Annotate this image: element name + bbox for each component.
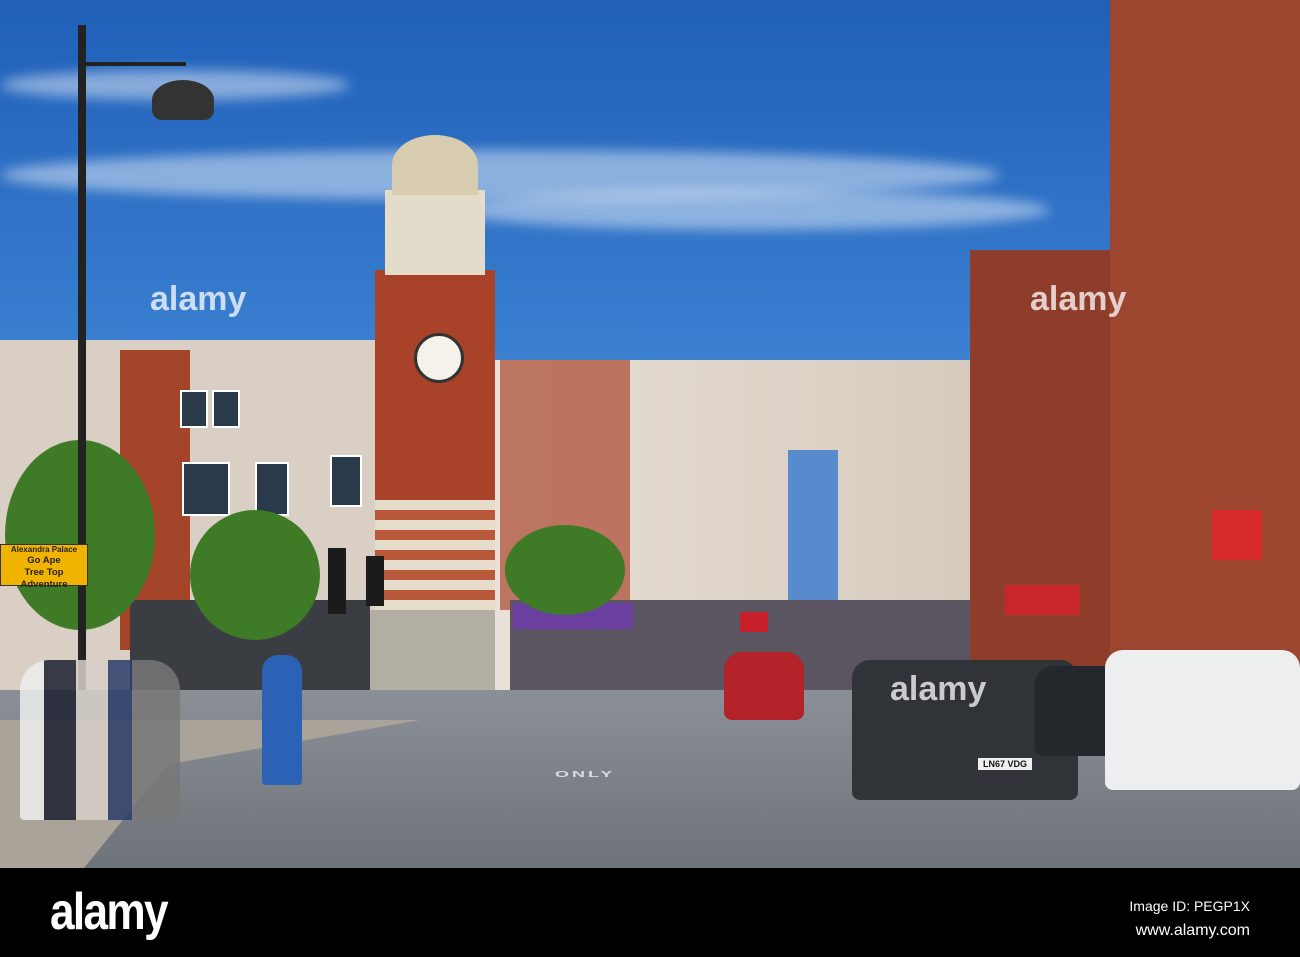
window: [182, 462, 230, 516]
traffic-light: [366, 556, 384, 606]
road-marking: ONLY: [555, 769, 616, 779]
cloud: [450, 190, 1050, 230]
footer-bar: alamy Image ID: PEGP1X www.alamy.com: [0, 868, 1300, 957]
corner-building: [1110, 0, 1300, 660]
red-awning: [1005, 585, 1080, 615]
window: [255, 462, 289, 516]
scaffolding: [788, 450, 838, 610]
alamy-logo: alamy: [50, 883, 169, 941]
clock-face: [414, 333, 464, 383]
traffic-light: [328, 548, 346, 614]
tower-banded-base: [375, 500, 500, 610]
lamp-arm: [86, 62, 186, 66]
tower-dome: [392, 135, 478, 195]
street-photo: Alexandra Palace Go Ape Tree Top Adventu…: [0, 0, 1300, 868]
sign-line: Alexandra Palace: [10, 545, 78, 554]
website-url: www.alamy.com: [1135, 922, 1250, 939]
tree: [505, 525, 625, 615]
watermark: alamy: [1030, 280, 1127, 318]
watermark: alamy: [890, 670, 987, 708]
sign-line: Adventure: [20, 579, 68, 590]
image-id: Image ID: PEGP1X: [1129, 898, 1250, 914]
number-plate: LN67 VDG: [978, 758, 1032, 770]
watermark: alamy: [150, 280, 247, 318]
window: [330, 455, 362, 507]
red-car: [724, 652, 804, 720]
red-shop-sign: [740, 612, 768, 632]
lamp-head: [152, 80, 214, 120]
sign-line: Tree Top: [24, 567, 64, 578]
street-sign: Alexandra Palace Go Ape Tree Top Adventu…: [0, 544, 88, 590]
pedestrians: [20, 660, 180, 820]
cyclist: [262, 655, 302, 785]
tree: [190, 510, 320, 640]
red-shop-sign: [1212, 510, 1262, 560]
sign-line: Go Ape: [27, 555, 61, 566]
white-suv: [1105, 650, 1300, 790]
window: [180, 390, 208, 428]
tower-belfry: [385, 190, 485, 275]
window: [212, 390, 240, 428]
